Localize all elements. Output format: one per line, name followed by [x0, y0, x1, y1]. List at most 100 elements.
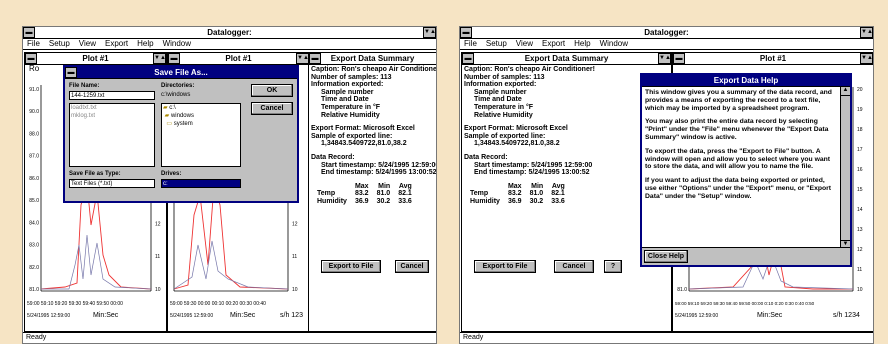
list-item[interactable]: ▭ system — [163, 120, 240, 128]
axis-tick-label: 11 — [292, 254, 297, 260]
plot-sh-label: s/h 1234 — [833, 312, 860, 319]
plot2-sh-label: s/h 123 — [280, 312, 303, 319]
export-to-file-button[interactable]: Export to File — [474, 260, 536, 273]
export-summary-window-left: ▬ Export Data Summary Caption: Ron's chea… — [308, 52, 437, 332]
help-scrollbar[interactable]: ▲ ▼ — [840, 87, 850, 249]
axis-tick-label: 81.0 — [677, 287, 687, 293]
help-question-button[interactable]: ? — [604, 260, 622, 273]
axis-tick-label: 11 — [155, 254, 160, 260]
menu-window[interactable]: Window — [163, 39, 191, 48]
axis-tick-label: 15 — [857, 187, 863, 193]
minimize-maximize-icon[interactable]: ▼▲ — [423, 27, 436, 38]
system-menu-icon[interactable]: ▬ — [460, 27, 472, 38]
axis-tick-label: 88.0 — [29, 131, 39, 137]
save-file-dialog: ▬ Save File As... File Name: 144-1259.txt… — [63, 65, 299, 203]
plot-window-2-title: ▬ Plot #1 ▼▲ — [168, 53, 309, 65]
cancel-button[interactable]: Cancel — [395, 260, 429, 273]
summary-item: Relative Humidity — [321, 111, 380, 119]
menu-help[interactable]: Help — [137, 39, 153, 48]
axis-tick-label: 85.0 — [29, 198, 39, 204]
plot1-title-text: Plot #1 — [82, 54, 109, 63]
plot2-system-icon[interactable]: ▬ — [168, 53, 180, 64]
summary-end: End timestamp: 5/24/1995 13:00:52 — [321, 169, 437, 177]
plot2-time-ticks: 59:00 59:30 00:00 00:10 00:20 00:30 00:4… — [170, 301, 266, 307]
scroll-up-icon[interactable]: ▲ — [841, 87, 850, 96]
summary-stats-table: Max Min Avg Temp 83.2 81.0 82.1 Humidity 36.9 3… — [470, 183, 569, 206]
plot-window-1-title: ▬ Plot #1 ▼▲ — [25, 53, 166, 65]
summary-system-icon[interactable]: ▬ — [309, 53, 321, 64]
help-paragraph: If you want to adjust the data being exp… — [645, 177, 832, 200]
summary-minmax-icon[interactable]: ▼▲ — [658, 53, 671, 64]
axis-tick-label: 12 — [292, 221, 298, 227]
plot1-minsec: Min:Sec — [93, 312, 119, 319]
menu-bar: File Setup View Export Help Window — [460, 39, 873, 50]
plot-system-icon[interactable]: ▬ — [673, 53, 685, 64]
menu-view[interactable]: View — [516, 39, 533, 48]
axis-tick-label: 84.0 — [29, 220, 39, 226]
summary-system-icon[interactable]: ▬ — [462, 53, 474, 64]
app-title: Datalogger: — [207, 28, 252, 37]
cancel-button[interactable]: Cancel — [554, 260, 594, 273]
axis-tick-label: 82.0 — [29, 265, 39, 271]
axis-tick-label: 20 — [857, 87, 863, 93]
menu-setup[interactable]: Setup — [49, 39, 70, 48]
menu-export[interactable]: Export — [542, 39, 565, 48]
export-to-file-button[interactable]: Export to File — [321, 260, 381, 273]
directory-list[interactable]: ▰ c:\ ▰ windows ▭ system — [161, 103, 241, 167]
save-dialog-system-icon[interactable]: ▬ — [65, 67, 77, 78]
list-item[interactable]: ▰ c:\ — [163, 104, 240, 112]
export-help-window: Export Data Help This window gives you a… — [640, 73, 852, 267]
menu-export[interactable]: Export — [105, 39, 128, 48]
menu-help[interactable]: Help — [574, 39, 590, 48]
plot1-minmax-icon[interactable]: ▼▲ — [153, 53, 166, 64]
menu-window[interactable]: Window — [600, 39, 628, 48]
table-row: Temp 83.2 81.0 82.1 — [470, 190, 565, 198]
file-type-label: Save File as Type: — [69, 171, 121, 177]
summary-title-text: Export Data Summary — [524, 54, 609, 63]
axis-tick-label: 90.0 — [29, 109, 39, 115]
file-name-input[interactable]: 144-1259.txt — [69, 91, 155, 100]
minimize-maximize-icon[interactable]: ▼▲ — [860, 27, 873, 38]
close-help-button[interactable]: Close Help — [644, 250, 688, 263]
summary-title-bar: ▬ Export Data Summary — [309, 53, 436, 65]
plot-minmax-icon[interactable]: ▼▲ — [860, 53, 873, 64]
table-row: Max Min Avg — [507, 182, 565, 190]
summary-item: Temperature in °F — [321, 103, 381, 111]
menu-file[interactable]: File — [464, 39, 477, 48]
table-row: Humidity 36.9 30.2 33.6 — [470, 197, 565, 205]
system-menu-icon[interactable]: ▬ — [23, 27, 35, 38]
ok-button[interactable]: OK — [251, 84, 293, 97]
axis-tick-label: 11 — [857, 267, 862, 273]
help-title: Export Data Help — [713, 76, 779, 85]
dialog-cancel-button[interactable]: Cancel — [251, 102, 293, 115]
list-item[interactable]: loadtxt.txt — [71, 104, 154, 112]
list-item[interactable]: ▰ windows — [163, 112, 240, 120]
axis-tick-label: 10 — [292, 287, 298, 293]
plot-start-label: 5/24/1995 12:59:00 — [675, 313, 718, 319]
menu-file[interactable]: File — [27, 39, 40, 48]
plot2-start-label: 5/24/1995 12:59:00 — [170, 313, 213, 319]
list-item[interactable]: mklog.txt — [71, 112, 154, 120]
plot1-start-label: 5/24/1995 12:59:00 — [27, 313, 70, 319]
summary-item: Sample number — [474, 88, 527, 96]
folder-icon: ▭ — [166, 121, 173, 127]
table-row: Humidity 36.9 30.2 33.6 — [317, 197, 412, 205]
menu-view[interactable]: View — [79, 39, 96, 48]
help-paragraph: To export the data, press the "Export to… — [645, 147, 831, 171]
file-type-select[interactable]: Text Files (*.txt) — [69, 179, 155, 188]
drives-label: Drives: — [161, 171, 182, 177]
drives-select[interactable]: c: — [161, 179, 241, 188]
summary-sample-line: Sample of exported line: — [311, 132, 393, 140]
summary-start: Start timestamp: 5/24/1995 12:59:00 — [474, 161, 593, 169]
summary-stats-table: Max Min Avg Temp 83.2 81.0 82.1 Humidity 36.9 3… — [317, 183, 416, 206]
summary-samples: Number of samples: 113 — [464, 73, 545, 81]
status-bar: Ready — [460, 332, 873, 343]
menu-setup[interactable]: Setup — [486, 39, 507, 48]
summary-item: Relative Humidity — [474, 111, 533, 119]
summary-sample-value: 1,34843.5409722,81.0,38.2 — [321, 140, 407, 148]
axis-tick-label: 87.0 — [29, 154, 39, 160]
plot1-system-icon[interactable]: ▬ — [25, 53, 37, 64]
file-list[interactable]: loadtxt.txt mklog.txt — [69, 103, 155, 167]
summary-caption: Caption: Ron's cheapo Air Conditioner! — [464, 66, 595, 73]
summary-title-bar: ▬ Export Data Summary ▼▲ — [462, 53, 671, 65]
